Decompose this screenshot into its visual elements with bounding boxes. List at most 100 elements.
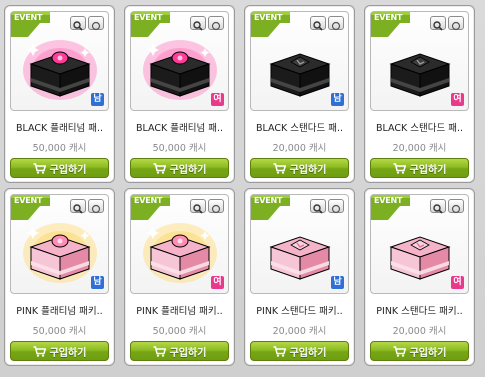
event-badge-label: EVENT	[134, 196, 163, 205]
male-badge: 남	[91, 93, 104, 106]
item-image-box: EVENT 남	[250, 11, 349, 111]
buy-button[interactable]: 구입하기	[370, 341, 469, 361]
item-name: BLACK 플래티넘 패..	[135, 123, 223, 134]
item-image-box: EVENT 남	[250, 194, 349, 294]
magnifier-icon[interactable]	[310, 16, 326, 31]
event-badge: EVENT	[11, 195, 50, 220]
item-price: 50,000 캐시	[32, 143, 87, 154]
buy-button[interactable]: 구입하기	[250, 341, 349, 361]
male-badge: 남	[91, 276, 104, 289]
cash-shop-item-grid: EVENT 남 BLACK 플래티넘 패.. 50,000 캐시 구입하기 EV…	[0, 0, 485, 377]
magnifier-icon[interactable]	[70, 199, 86, 214]
item-card-3[interactable]: EVENT 남 BLACK 스탠다드 패.. 20,000 캐시 구입하기	[244, 5, 355, 183]
minimize-icon[interactable]	[448, 16, 464, 31]
event-badge-label: EVENT	[14, 196, 43, 205]
item-price: 20,000 캐시	[392, 143, 447, 154]
cart-icon	[153, 345, 166, 357]
event-badge-label: EVENT	[374, 13, 403, 22]
item-name: BLACK 스탠다드 패..	[255, 123, 343, 134]
event-badge: EVENT	[131, 12, 170, 37]
minimize-icon[interactable]	[448, 199, 464, 214]
buy-button-label: 구입하기	[169, 164, 207, 176]
item-price: 20,000 캐시	[272, 326, 327, 337]
buy-button-label: 구입하기	[169, 347, 207, 359]
event-badge: EVENT	[131, 195, 170, 220]
item-price: 20,000 캐시	[272, 143, 327, 154]
package-box-icon	[143, 223, 217, 283]
package-box-icon	[23, 40, 97, 100]
package-box-icon	[269, 53, 331, 97]
minimize-icon[interactable]	[208, 199, 224, 214]
minimize-icon[interactable]	[328, 199, 344, 214]
female-badge: 여	[211, 93, 224, 106]
male-badge: 남	[331, 93, 344, 106]
item-name: PINK 플래티넘 패키..	[16, 306, 103, 317]
buy-button[interactable]: 구입하기	[10, 341, 109, 361]
item-card-6[interactable]: EVENT 여 PINK 플래티넘 패키.. 50,000 캐시 구입하기	[124, 188, 235, 366]
magnifier-icon[interactable]	[430, 16, 446, 31]
item-card-1[interactable]: EVENT 남 BLACK 플래티넘 패.. 50,000 캐시 구입하기	[4, 5, 115, 183]
cart-icon	[33, 345, 46, 357]
buy-button-label: 구입하기	[409, 164, 447, 176]
buy-button-label: 구입하기	[49, 164, 87, 176]
magnifier-icon[interactable]	[190, 16, 206, 31]
event-badge: EVENT	[11, 12, 50, 37]
event-badge-label: EVENT	[374, 196, 403, 205]
event-badge-label: EVENT	[254, 13, 283, 22]
buy-button-label: 구입하기	[409, 347, 447, 359]
item-card-5[interactable]: EVENT 남 PINK 플래티넘 패키.. 50,000 캐시 구입하기	[4, 188, 115, 366]
female-badge: 여	[451, 93, 464, 106]
package-box-icon	[269, 236, 331, 280]
event-badge: EVENT	[251, 12, 290, 37]
package-box-icon	[143, 40, 217, 100]
minimize-icon[interactable]	[88, 16, 104, 31]
item-price: 20,000 캐시	[392, 326, 447, 337]
item-image-box: EVENT 남	[10, 11, 109, 111]
item-image-box: EVENT 남	[10, 194, 109, 294]
item-card-7[interactable]: EVENT 남 PINK 스탠다드 패키.. 20,000 캐시 구입하기	[244, 188, 355, 366]
item-price: 50,000 캐시	[152, 143, 207, 154]
item-card-8[interactable]: EVENT 여 PINK 스탠다드 패키.. 20,000 캐시 구입하기	[364, 188, 475, 366]
magnifier-icon[interactable]	[310, 199, 326, 214]
cart-icon	[153, 162, 166, 174]
cart-icon	[393, 345, 406, 357]
event-badge: EVENT	[371, 12, 410, 37]
cart-icon	[273, 162, 286, 174]
cart-icon	[393, 162, 406, 174]
item-name: PINK 스탠다드 패키..	[376, 306, 463, 317]
buy-button[interactable]: 구입하기	[130, 341, 229, 361]
item-image-box: EVENT 여	[130, 11, 229, 111]
magnifier-icon[interactable]	[70, 16, 86, 31]
cart-icon	[33, 162, 46, 174]
buy-button-label: 구입하기	[289, 164, 327, 176]
item-card-2[interactable]: EVENT 여 BLACK 플래티넘 패.. 50,000 캐시 구입하기	[124, 5, 235, 183]
package-box-icon	[23, 223, 97, 283]
item-name: PINK 플래티넘 패키..	[136, 306, 223, 317]
package-box-icon	[389, 53, 451, 97]
buy-button[interactable]: 구입하기	[130, 158, 229, 178]
magnifier-icon[interactable]	[190, 199, 206, 214]
event-badge: EVENT	[251, 195, 290, 220]
item-image-box: EVENT 여	[370, 11, 469, 111]
event-badge-label: EVENT	[254, 196, 283, 205]
magnifier-icon[interactable]	[430, 199, 446, 214]
item-price: 50,000 캐시	[152, 326, 207, 337]
package-box-icon	[389, 236, 451, 280]
minimize-icon[interactable]	[328, 16, 344, 31]
item-card-4[interactable]: EVENT 여 BLACK 스탠다드 패.. 20,000 캐시 구입하기	[364, 5, 475, 183]
item-name: PINK 스탠다드 패키..	[256, 306, 343, 317]
minimize-icon[interactable]	[208, 16, 224, 31]
event-badge-label: EVENT	[134, 13, 163, 22]
female-badge: 여	[451, 276, 464, 289]
minimize-icon[interactable]	[88, 199, 104, 214]
item-image-box: EVENT 여	[370, 194, 469, 294]
buy-button[interactable]: 구입하기	[370, 158, 469, 178]
buy-button-label: 구입하기	[49, 347, 87, 359]
buy-button[interactable]: 구입하기	[10, 158, 109, 178]
item-name: BLACK 플래티넘 패..	[15, 123, 103, 134]
male-badge: 남	[331, 276, 344, 289]
item-price: 50,000 캐시	[32, 326, 87, 337]
event-badge: EVENT	[371, 195, 410, 220]
buy-button[interactable]: 구입하기	[250, 158, 349, 178]
event-badge-label: EVENT	[14, 13, 43, 22]
